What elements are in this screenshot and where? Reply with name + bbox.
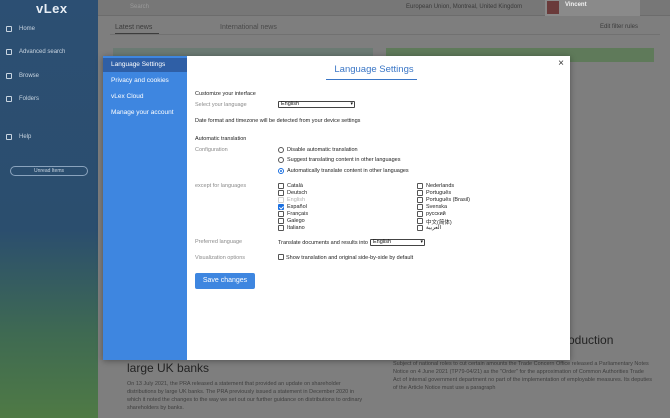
language-checkbox[interactable] bbox=[417, 197, 423, 203]
language-label: Português (Brasil) bbox=[426, 197, 471, 203]
location-label: European Union, Montreal, United Kingdom bbox=[406, 4, 523, 10]
avatar bbox=[547, 1, 559, 14]
language-label: Português bbox=[426, 190, 452, 196]
radio-disable-translation[interactable] bbox=[278, 147, 284, 153]
language-label: English bbox=[287, 197, 306, 203]
language-checkbox[interactable] bbox=[278, 218, 284, 224]
vlex-logo: vLex bbox=[36, 1, 68, 16]
help-icon bbox=[6, 134, 12, 140]
language-label: русский bbox=[426, 211, 446, 217]
edit-filter-link[interactable]: Edit filter rules bbox=[600, 24, 638, 30]
preferred-language-select[interactable]: English ▾ bbox=[370, 239, 425, 246]
user-name: Vincent bbox=[565, 2, 587, 8]
radio-auto-translate-label: Automatically translate content in other… bbox=[287, 168, 409, 174]
preferred-language-text: Translate documents and results into bbox=[278, 240, 368, 246]
browse-icon bbox=[6, 73, 12, 79]
user-menu[interactable]: Vincent bbox=[545, 0, 640, 16]
chevron-down-icon: ▾ bbox=[420, 239, 423, 245]
news-summary: On 13 July 2021, the PRA released a stat… bbox=[127, 381, 363, 411]
language-checkbox[interactable] bbox=[278, 190, 284, 196]
tab-international-news[interactable]: International news bbox=[220, 24, 277, 31]
modal-title: Language Settings bbox=[334, 64, 414, 75]
close-icon[interactable]: × bbox=[554, 57, 568, 71]
language-label: Français bbox=[287, 211, 309, 217]
radio-disable-translation-label: Disable automatic translation bbox=[287, 147, 358, 153]
title-underline bbox=[326, 79, 417, 80]
side-by-side-checkbox[interactable] bbox=[278, 254, 284, 260]
sidebar-item-home[interactable]: Home bbox=[6, 26, 35, 32]
sidebar-item-folders[interactable]: Folders bbox=[6, 96, 39, 102]
side-by-side-label: Show translation and original side-by-si… bbox=[286, 255, 414, 261]
search-input[interactable]: Search bbox=[130, 4, 149, 10]
radio-suggest-translation-label: Suggest translating content in other lan… bbox=[287, 157, 401, 163]
folder-icon bbox=[6, 96, 12, 102]
chevron-down-icon: ▾ bbox=[350, 101, 353, 107]
tab-latest-news[interactable]: Latest news bbox=[115, 24, 152, 31]
language-settings-modal: Language Settings Privacy and cookies vL… bbox=[103, 56, 570, 360]
home-icon bbox=[6, 26, 12, 32]
language-label: Svenska bbox=[426, 204, 448, 210]
nav-privacy-cookies[interactable]: Privacy and cookies bbox=[103, 74, 187, 88]
app-sidebar: vLex Home Advanced search Browse Folders… bbox=[0, 0, 98, 418]
language-checkbox[interactable] bbox=[278, 204, 284, 210]
radio-auto-translate[interactable] bbox=[278, 168, 284, 174]
nav-vlex-cloud[interactable]: vLex Cloud bbox=[103, 90, 187, 104]
interface-language-select[interactable]: English ▾ bbox=[278, 101, 355, 108]
auto-translation-heading: Automatic translation bbox=[195, 136, 247, 142]
except-languages-label: except for languages bbox=[195, 183, 247, 189]
search-icon bbox=[6, 49, 12, 55]
language-checkbox[interactable] bbox=[417, 218, 423, 224]
radio-suggest-translation[interactable] bbox=[278, 157, 284, 163]
unread-items-button[interactable]: Unread Items bbox=[10, 166, 88, 176]
news-headline[interactable]: oduction bbox=[568, 333, 613, 347]
language-checkbox[interactable] bbox=[278, 211, 284, 217]
language-checkbox[interactable] bbox=[417, 183, 423, 189]
language-label: Italiano bbox=[287, 225, 305, 231]
nav-language-settings[interactable]: Language Settings bbox=[103, 58, 187, 72]
sidebar-item-help[interactable]: Help bbox=[6, 134, 31, 140]
date-format-note: Date format and timezone will be detecte… bbox=[195, 118, 361, 124]
news-summary: Subject of national roles to cut certain… bbox=[393, 361, 652, 391]
settings-nav: Language Settings Privacy and cookies vL… bbox=[103, 56, 187, 360]
language-label: Español bbox=[287, 204, 307, 210]
sidebar-item-browse[interactable]: Browse bbox=[6, 73, 39, 79]
customize-heading: Customize your interface bbox=[195, 91, 256, 97]
language-label: العربية bbox=[426, 225, 442, 231]
preferred-language-value: English bbox=[373, 239, 392, 245]
divider bbox=[110, 34, 660, 35]
interface-language-value: English bbox=[281, 101, 300, 107]
language-checkbox[interactable] bbox=[417, 225, 423, 231]
news-headline[interactable]: large UK banks bbox=[127, 362, 209, 375]
visualization-options-label: Visualization options bbox=[195, 255, 246, 261]
language-label: Deutsch bbox=[287, 190, 308, 196]
sidebar-item-advanced-search[interactable]: Advanced search bbox=[6, 49, 65, 55]
language-checkbox bbox=[278, 197, 284, 203]
language-checkbox[interactable] bbox=[417, 204, 423, 210]
select-language-label: Select your language bbox=[195, 102, 247, 108]
configuration-label: Configuration bbox=[195, 147, 228, 153]
language-checkbox[interactable] bbox=[417, 211, 423, 217]
preferred-language-label: Preferred language bbox=[195, 239, 243, 245]
language-checkbox[interactable] bbox=[417, 190, 423, 196]
language-label: Nederlands bbox=[426, 183, 455, 189]
save-changes-button[interactable]: Save changes bbox=[195, 273, 255, 289]
language-checkbox[interactable] bbox=[278, 183, 284, 189]
language-label: Galego bbox=[287, 218, 305, 224]
language-label: Català bbox=[287, 183, 303, 189]
language-checkbox[interactable] bbox=[278, 225, 284, 231]
nav-manage-account[interactable]: Manage your account bbox=[103, 106, 187, 120]
